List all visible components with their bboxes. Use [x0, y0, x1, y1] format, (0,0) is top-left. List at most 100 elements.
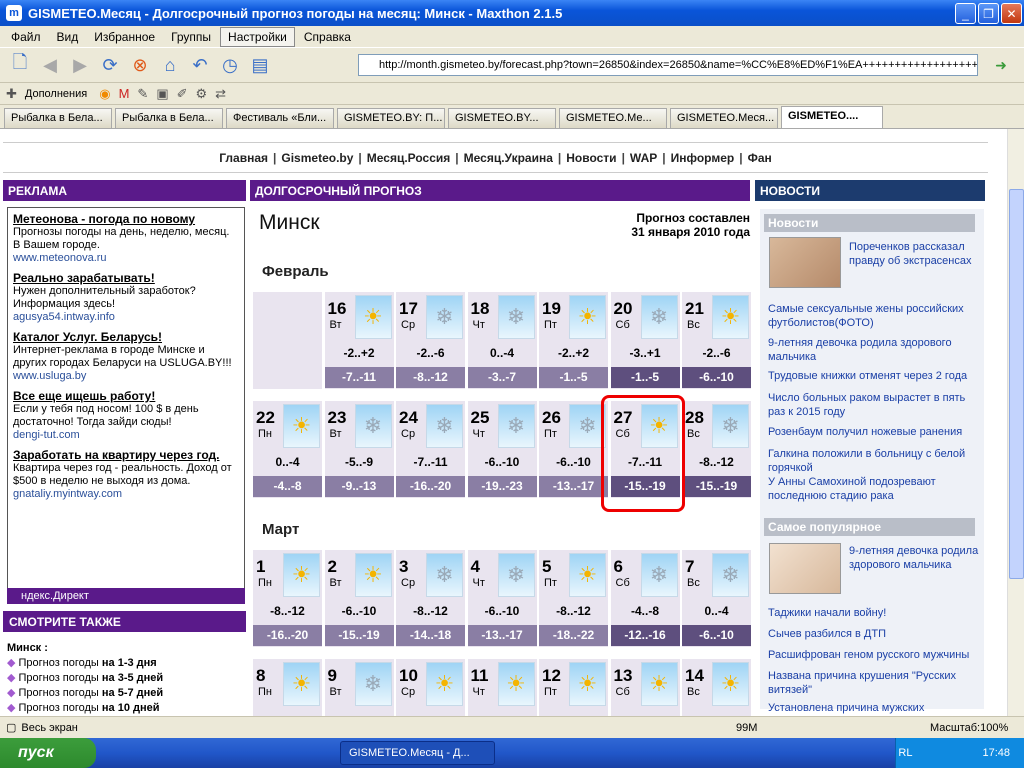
ad-title[interactable]: Заработать на квартиру через год. — [13, 448, 239, 462]
day-cell[interactable]: 14 Вс ☀ — [682, 659, 751, 716]
news-link[interactable]: Розенбаум получил ножевые ранения — [768, 425, 983, 439]
scroll-thumb[interactable] — [1009, 189, 1024, 579]
language-indicator[interactable]: RL — [898, 747, 912, 759]
menu-item-0[interactable]: Файл — [4, 28, 48, 46]
history-icon[interactable]: ◷ — [216, 51, 244, 79]
day-cell[interactable]: 3 Ср ❄ -8..-12 -14..-18 — [396, 550, 465, 647]
gmail-icon[interactable]: M — [119, 86, 130, 101]
browser-tab-4[interactable]: GISMETEO.BY... — [448, 108, 556, 128]
minsk-link[interactable]: ◆ Прогноз погоды на 5-7 дней — [7, 686, 247, 701]
notepad-icon[interactable]: ✐ — [177, 86, 188, 102]
day-cell[interactable]: 20 Сб ❄ -3..+1 -1..-5 — [610, 292, 680, 389]
address-input[interactable]: http://month.gismeteo.by/forecast.php?to… — [358, 54, 978, 76]
menu-item-4[interactable]: Настройки — [220, 26, 295, 47]
popular-link[interactable]: Расшифрован геном русского мужчины — [768, 648, 983, 662]
day-cell[interactable]: 19 Пт ☀ -2..+2 -1..-5 — [539, 292, 608, 389]
browser-tab-3[interactable]: GISMETEO.BY: П... — [337, 108, 445, 128]
taskbar-window-button[interactable]: GISMETEO.Месяц - Д... — [340, 741, 495, 765]
ad-url[interactable]: www.usluga.by — [13, 370, 239, 382]
day-cell[interactable]: 18 Чт ❄ 0..-4 -3..-7 — [467, 292, 537, 389]
day-cell[interactable]: 7 Вс ❄ 0..-4 -6..-10 — [682, 550, 751, 647]
day-cell[interactable]: 4 Чт ❄ -6..-10 -13..-17 — [467, 550, 537, 647]
ad-url[interactable]: agusya54.intway.info — [13, 311, 239, 323]
plugins-icon[interactable]: ✚ — [6, 86, 17, 102]
popular-link[interactable]: Сычев разбился в ДТП — [768, 627, 983, 641]
day-cell[interactable]: 1 Пн ☀ -8..-12 -16..-20 — [253, 550, 322, 647]
day-cell[interactable]: 10 Ср ☀ — [396, 659, 465, 716]
browser-tab-2[interactable]: Фестиваль «Бли... — [226, 108, 334, 128]
translate-icon[interactable]: ✎ — [137, 86, 148, 102]
popular-link[interactable]: Названа причина крушения "Русских витязе… — [768, 669, 983, 697]
nav-link-4[interactable]: Новости — [566, 151, 616, 165]
menu-item-1[interactable]: Вид — [50, 28, 86, 46]
news-link[interactable]: Число больных раком вырастет в пять раз … — [768, 391, 983, 419]
yandex-direct-link[interactable]: ндекс.Директ — [7, 588, 245, 604]
ad-url[interactable]: dengi-tut.com — [13, 429, 239, 441]
popular-feature-link[interactable]: 9-летняя девочка родила здорового мальчи… — [849, 544, 979, 572]
news-link[interactable]: Трудовые книжки отменят через 2 года — [768, 369, 983, 383]
settings-icon[interactable]: ⚙ — [196, 86, 208, 102]
zoom-indicator[interactable]: Масштаб:100% — [930, 722, 1008, 734]
undo-icon[interactable]: ↶ — [186, 51, 214, 79]
day-cell[interactable]: 23 Вт ❄ -5..-9 -9..-13 — [324, 401, 394, 498]
nav-link-5[interactable]: WAP — [630, 151, 657, 165]
ad-title[interactable]: Реально зарабатывать! — [13, 271, 239, 285]
home-icon[interactable]: ⌂ — [156, 51, 184, 79]
nav-link-2[interactable]: Месяц.Россия — [367, 151, 451, 165]
plugins-label[interactable]: Дополнения — [25, 88, 87, 100]
browser-tab-1[interactable]: Рыбалка в Бела... — [115, 108, 223, 128]
day-cell[interactable]: 2 Вт ☀ -6..-10 -15..-19 — [324, 550, 394, 647]
news-photo[interactable] — [769, 237, 841, 288]
browser-tab-0[interactable]: Рыбалка в Бела... — [4, 108, 112, 128]
day-cell[interactable]: 22 Пн ☀ 0..-4 -4..-8 — [253, 401, 322, 498]
refresh-icon[interactable]: ⟳ — [96, 51, 124, 79]
minsk-link[interactable]: ◆ Прогноз погоды на 10 дней — [7, 701, 247, 716]
nav-link-7[interactable]: Фан — [748, 151, 772, 165]
day-cell[interactable]: 24 Ср ❄ -7..-11 -16..-20 — [396, 401, 465, 498]
nav-link-1[interactable]: Gismeteo.by — [281, 151, 353, 165]
nav-link-6[interactable]: Информер — [671, 151, 735, 165]
day-cell[interactable]: 25 Чт ❄ -6..-10 -19..-23 — [467, 401, 537, 498]
popular-link[interactable]: Таджики начали войну! — [768, 606, 983, 620]
day-cell[interactable]: 26 Пт ❄ -6..-10 -13..-17 — [539, 401, 608, 498]
day-cell[interactable]: 8 Пн ☀ — [253, 659, 322, 716]
minsk-link[interactable]: ◆ Прогноз погоды на 3-5 дней — [7, 671, 247, 686]
window-list-icon[interactable]: ▤ — [246, 51, 274, 79]
news-link[interactable]: 9-летняя девочка родила здорового мальчи… — [768, 336, 983, 364]
browser-tab-5[interactable]: GISMETEO.Ме... — [559, 108, 667, 128]
new-tab-icon[interactable]: 🗋 — [6, 51, 34, 79]
close-button[interactable]: ✕ — [1001, 3, 1022, 24]
ad-title[interactable]: Все еще ищешь работу! — [13, 389, 239, 403]
back-icon[interactable]: ◀ — [36, 51, 64, 79]
nav-link-3[interactable]: Месяц.Украина — [464, 151, 553, 165]
sync-icon[interactable]: ⇄ — [215, 86, 226, 102]
day-cell[interactable]: 13 Сб ☀ — [610, 659, 680, 716]
browser-tab-6[interactable]: GISMETEO.Меся... — [670, 108, 778, 128]
stop-icon[interactable]: ⊗ — [126, 51, 154, 79]
start-button[interactable]: пуск — [0, 738, 96, 768]
ad-title[interactable]: Каталог Услуг. Беларусь! — [13, 330, 239, 344]
news-link[interactable]: Самые сексуальные жены российских футбол… — [768, 302, 983, 330]
news-feature-link[interactable]: Пореченков рассказал правду об экстрасен… — [849, 240, 981, 268]
screenshot-icon[interactable]: ▣ — [156, 86, 168, 102]
vertical-scrollbar[interactable] — [1007, 129, 1024, 716]
popular-link[interactable]: Установлена причина мужских — [768, 701, 983, 715]
day-cell[interactable]: 9 Вт ❄ — [324, 659, 394, 716]
fullscreen-icon[interactable]: ▢ — [6, 721, 16, 734]
day-cell[interactable]: 5 Пт ☀ -8..-12 -18..-22 — [539, 550, 608, 647]
popular-photo[interactable] — [769, 543, 841, 594]
menu-item-3[interactable]: Группы — [164, 28, 218, 46]
news-link[interactable]: Галкина положили в больницу с белой горя… — [768, 447, 983, 475]
go-icon[interactable]: ➜ — [985, 54, 1017, 76]
ad-title[interactable]: Метеонова - погода по новому — [13, 212, 239, 226]
day-cell[interactable]: 28 Вс ❄ -8..-12 -15..-19 — [682, 401, 751, 498]
news-link[interactable]: У Анны Самохиной подозревают последнюю с… — [768, 475, 983, 503]
minimize-button[interactable]: _ — [955, 3, 976, 24]
ad-url[interactable]: www.meteonova.ru — [13, 252, 239, 264]
day-cell[interactable]: 6 Сб ❄ -4..-8 -12..-16 — [610, 550, 680, 647]
browser-tab-7[interactable]: GISMETEO.... — [781, 106, 883, 128]
day-cell[interactable]: 21 Вс ☀ -2..-6 -6..-10 — [682, 292, 751, 389]
maximize-button[interactable]: ❐ — [978, 3, 999, 24]
menu-item-2[interactable]: Избранное — [87, 28, 162, 46]
ad-url[interactable]: gnataliy.myintway.com — [13, 488, 239, 500]
